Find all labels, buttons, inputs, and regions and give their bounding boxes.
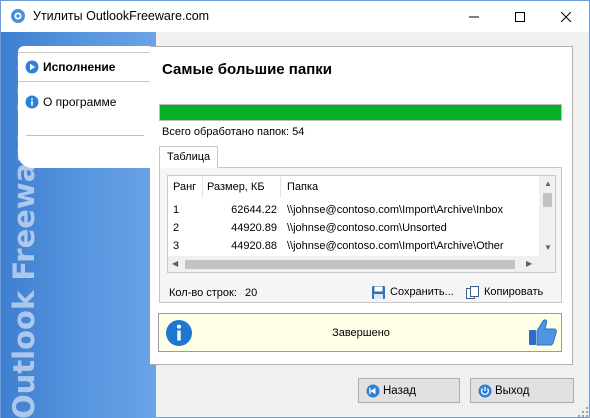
scroll-right-icon[interactable]: ▶ — [526, 260, 532, 268]
page-title: Самые большие папки — [162, 61, 333, 78]
table-header: Ранг Размер, КБ Папка — [168, 176, 539, 198]
cell-rank: 3 — [173, 240, 180, 252]
exit-button[interactable]: Выход — [470, 378, 574, 403]
back-label: Назад — [383, 384, 416, 397]
sidebar: Outlook Freeware.com Исполнение О програ… — [1, 32, 156, 418]
play-icon — [25, 60, 39, 74]
horizontal-scroll-thumb[interactable] — [185, 260, 515, 269]
gear-icon — [10, 8, 26, 24]
close-icon — [561, 11, 571, 22]
column-header-rank[interactable]: Ранг — [173, 176, 203, 198]
status-text: Завершено — [332, 326, 390, 339]
copy-icon — [465, 285, 480, 300]
close-button[interactable] — [543, 1, 589, 32]
window-title: Утилиты OutlookFreeware.com — [33, 9, 210, 23]
power-icon — [478, 384, 492, 398]
table-row[interactable]: 1 62644.22 \\johnse@contoso.com\Import\A… — [168, 201, 539, 219]
column-divider[interactable] — [202, 176, 203, 198]
cell-size: 44920.88 — [231, 240, 277, 252]
cell-folder: \\johnse@contoso.com\Import\Archive\Inbo… — [287, 204, 503, 216]
row-count-label: Кол-во строк: — [169, 287, 237, 299]
exit-label: Выход — [495, 384, 530, 397]
results-table[interactable]: Ранг Размер, КБ Папка 1 62644.22 \\johns… — [167, 175, 556, 273]
save-button[interactable]: Сохранить... — [371, 283, 454, 301]
scroll-down-icon[interactable]: ▼ — [544, 244, 552, 252]
sidebar-item-execution[interactable]: Исполнение — [18, 52, 150, 82]
info-icon — [25, 95, 39, 109]
horizontal-scrollbar[interactable]: ◀ ▶ — [168, 256, 539, 272]
title-bar: Утилиты OutlookFreeware.com — [1, 1, 589, 32]
processed-count: Всего обработано папок: 54 — [162, 126, 305, 138]
column-divider[interactable] — [280, 176, 281, 198]
table-row[interactable]: 3 44920.88 \\johnse@contoso.com\Import\A… — [168, 237, 539, 255]
scroll-up-icon[interactable]: ▲ — [544, 180, 552, 188]
resize-grip-icon[interactable] — [578, 406, 588, 417]
row-count-value: 20 — [244, 287, 258, 299]
scroll-corner — [539, 256, 555, 272]
sidebar-item-about[interactable]: О программе — [18, 87, 150, 117]
sidebar-item-label: О программе — [43, 95, 117, 109]
minimize-icon — [469, 16, 479, 17]
maximize-icon — [515, 11, 525, 22]
progress-fill — [160, 105, 561, 120]
vertical-scrollbar[interactable]: ▲ ▼ — [539, 176, 555, 256]
column-header-folder[interactable]: Папка — [287, 176, 539, 198]
cell-folder: \\johnse@contoso.com\Import\Archive\Othe… — [287, 240, 504, 252]
tab-content: Ранг Размер, КБ Папка 1 62644.22 \\johns… — [159, 167, 562, 303]
thumbs-up-icon — [527, 317, 558, 348]
sidebar-divider — [26, 135, 144, 136]
minimize-button[interactable] — [451, 1, 497, 32]
cell-size: 44920.89 — [231, 222, 277, 234]
main-panel: Самые большие папки Всего обработано пап… — [150, 46, 573, 365]
back-button[interactable]: Назад — [358, 378, 460, 403]
row-count: Кол-во строк: 20 — [169, 287, 257, 299]
scroll-left-icon[interactable]: ◀ — [172, 260, 178, 268]
copy-button[interactable]: Копировать — [465, 283, 543, 301]
cell-rank: 2 — [173, 222, 180, 234]
app-window: Утилиты OutlookFreeware.com Outlook Free… — [0, 0, 590, 418]
info-icon — [165, 319, 193, 347]
copy-label: Копировать — [484, 286, 544, 298]
save-icon — [371, 285, 386, 300]
sidebar-nav: Исполнение О программе — [18, 46, 150, 168]
maximize-button[interactable] — [497, 1, 543, 32]
cell-folder: \\johnse@contoso.com\Unsorted — [287, 222, 447, 234]
tab-table[interactable]: Таблица — [159, 146, 219, 168]
back-icon — [366, 384, 380, 398]
cell-size: 62644.22 — [231, 204, 277, 216]
table-row[interactable]: 2 44920.89 \\johnse@contoso.com\Unsorted — [168, 219, 539, 237]
vertical-scroll-thumb[interactable] — [543, 193, 552, 207]
column-header-size[interactable]: Размер, КБ — [207, 176, 279, 198]
sidebar-item-label: Исполнение — [43, 60, 116, 74]
cell-rank: 1 — [173, 204, 180, 216]
status-panel: Завершено — [158, 313, 562, 352]
save-label: Сохранить... — [390, 286, 454, 298]
progress-bar — [159, 104, 562, 121]
